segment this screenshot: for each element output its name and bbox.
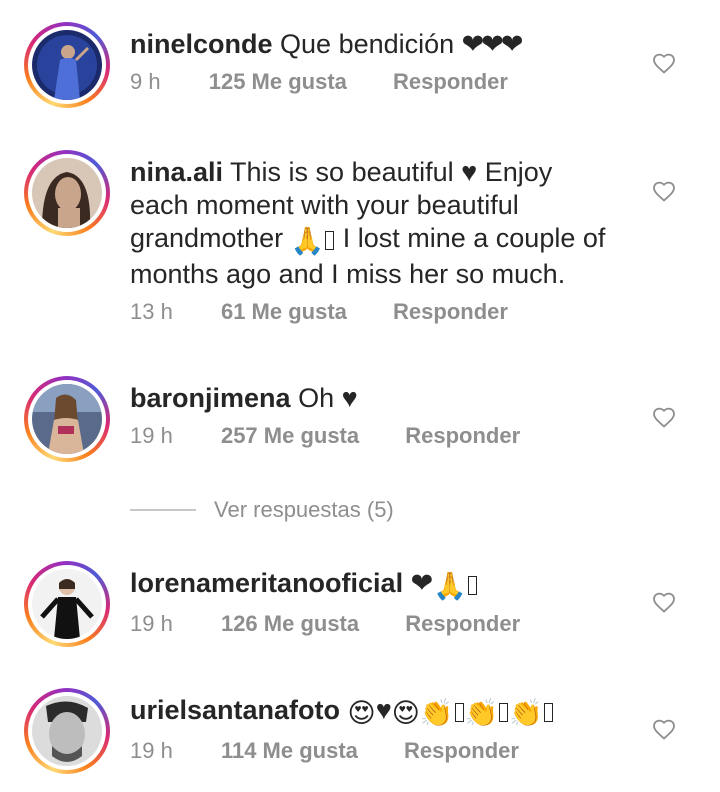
story-ring[interactable] [24, 150, 110, 236]
comment-text: Que bendición ❤❤❤ [280, 29, 524, 59]
avatar-image [32, 30, 102, 100]
comment-text: Oh ♥ [298, 383, 358, 413]
comment-time: 19 h [130, 738, 173, 763]
comment-time: 13 h [130, 299, 173, 324]
comment-time: 19 h [130, 423, 173, 448]
comment-text: 😍♥😍👏 👏 👏 [348, 695, 554, 728]
username[interactable]: nina.ali [130, 157, 223, 187]
view-replies-button[interactable]: Ver respuestas (5) [130, 497, 394, 523]
avatar[interactable] [32, 158, 102, 228]
comment-time: 9 h [130, 69, 161, 94]
username[interactable]: ninelconde [130, 29, 273, 59]
reply-button[interactable]: Responder [393, 299, 508, 324]
heart-icon[interactable] [652, 591, 676, 613]
reply-button[interactable]: Responder [405, 423, 520, 448]
story-ring[interactable] [24, 22, 110, 108]
reply-button[interactable]: Responder [404, 738, 519, 763]
reply-button[interactable]: Responder [393, 69, 508, 94]
avatar[interactable] [32, 696, 102, 766]
heart-icon[interactable] [652, 52, 676, 74]
heart-icon[interactable] [652, 180, 676, 202]
likes-count[interactable]: 125 Me gusta [209, 69, 347, 95]
avatar[interactable] [32, 30, 102, 100]
likes-count[interactable]: 114 Me gusta [221, 738, 358, 764]
likes-count[interactable]: 61 Me gusta [221, 299, 347, 325]
missing-glyph [467, 576, 477, 595]
story-ring[interactable] [24, 688, 110, 774]
story-ring[interactable] [24, 561, 110, 647]
avatar-image [32, 696, 102, 766]
comment-text: ❤🙏 [411, 568, 478, 601]
username[interactable]: lorenameritanooficial [130, 568, 403, 598]
reply-button[interactable]: Responder [405, 611, 520, 636]
view-replies-label: Ver respuestas (5) [214, 497, 394, 522]
story-ring[interactable] [24, 376, 110, 462]
avatar-image [32, 158, 102, 228]
likes-count[interactable]: 126 Me gusta [221, 611, 359, 637]
likes-count[interactable]: 257 Me gusta [221, 423, 359, 449]
folded-hands-emoji: 🙏 [290, 226, 325, 256]
comment-time: 19 h [130, 611, 173, 636]
avatar-image [32, 569, 102, 639]
username[interactable]: urielsantanafoto [130, 695, 340, 725]
heart-icon[interactable] [652, 718, 676, 740]
divider-line [130, 509, 196, 511]
missing-glyph [325, 231, 335, 250]
folded-hands-emoji: 🙏 [433, 571, 467, 601]
avatar[interactable] [32, 569, 102, 639]
avatar[interactable] [32, 384, 102, 454]
username[interactable]: baronjimena [130, 383, 291, 413]
heart-icon[interactable] [652, 406, 676, 428]
avatar-image [32, 384, 102, 454]
